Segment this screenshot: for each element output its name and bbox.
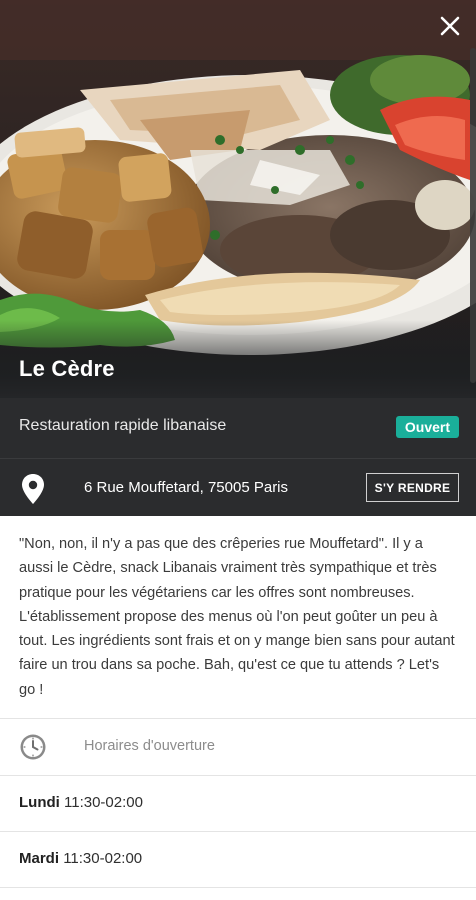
info-band: Restauration rapide libanaise Ouvert 6 R… bbox=[0, 398, 476, 516]
divider bbox=[0, 775, 476, 776]
restaurant-name: Le Cèdre bbox=[19, 356, 115, 381]
directions-button[interactable]: S'Y RENDRE bbox=[366, 473, 459, 502]
restaurant-category: Restauration rapide libanaise bbox=[19, 417, 227, 434]
opening-hours-title: Horaires d'ouverture bbox=[84, 738, 215, 754]
day-label: Mardi bbox=[19, 850, 60, 867]
hero-photo: Le Cèdre bbox=[0, 0, 476, 420]
hours-value: 11:30-02:00 bbox=[63, 850, 143, 867]
close-icon bbox=[440, 16, 460, 36]
day-label: Lundi bbox=[19, 794, 60, 811]
opening-hours-header: Horaires d'ouverture bbox=[0, 719, 476, 775]
location-pin-icon bbox=[22, 474, 44, 504]
restaurant-detail-screen: Le Cèdre Restauration rapide libanaise O… bbox=[0, 0, 476, 900]
band-divider bbox=[0, 458, 476, 459]
hours-value: 11:30-02:00 bbox=[64, 794, 143, 811]
hours-row-monday: Lundi 11:30-02:00 bbox=[19, 794, 143, 811]
hours-row-tuesday: Mardi 11:30-02:00 bbox=[19, 850, 142, 867]
clock-icon bbox=[20, 734, 46, 760]
description-text: "Non, non, il n'y a pas que des crêperie… bbox=[19, 536, 455, 698]
divider bbox=[0, 831, 476, 832]
status-badge: Ouvert bbox=[395, 416, 459, 438]
address-text: 6 Rue Mouffetard, 75005 Paris bbox=[84, 479, 289, 496]
close-button[interactable] bbox=[436, 12, 464, 40]
divider bbox=[0, 887, 476, 888]
scrollbar[interactable] bbox=[470, 48, 476, 383]
